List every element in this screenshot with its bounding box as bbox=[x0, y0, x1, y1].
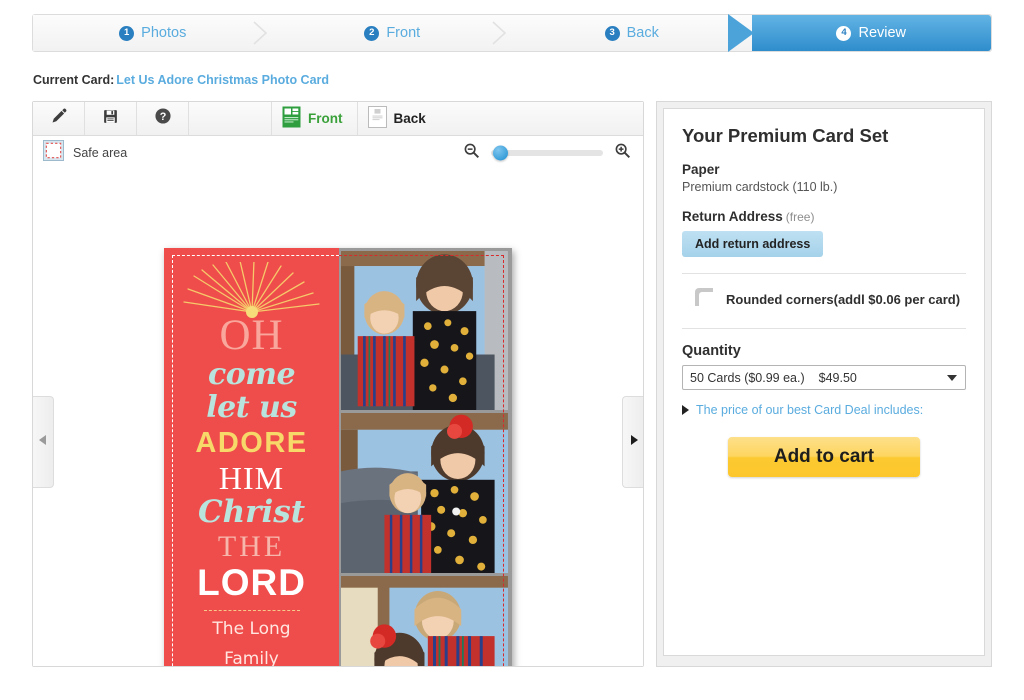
wizard-step-front[interactable]: 2 Front bbox=[272, 15, 513, 51]
front-card-icon bbox=[282, 106, 301, 131]
family-name-line-1: The Long bbox=[212, 619, 291, 639]
question-mark-icon: ? bbox=[154, 107, 172, 130]
card-photo-1[interactable] bbox=[341, 251, 508, 411]
zoom-control bbox=[463, 142, 631, 164]
chevron-down-icon bbox=[947, 374, 957, 381]
save-button[interactable] bbox=[85, 102, 137, 135]
paper-value: Premium cardstock (110 lb.) bbox=[682, 180, 838, 194]
triangle-left-icon bbox=[38, 433, 48, 451]
card-photo-2[interactable] bbox=[341, 413, 508, 573]
return-address-free-tag: (free) bbox=[785, 210, 815, 224]
card-preview[interactable]: OH come let us ADORE HIM Christ THE LORD… bbox=[164, 248, 512, 666]
add-to-cart-row: Add to cart bbox=[682, 437, 966, 477]
current-card-value[interactable]: Let Us Adore Christmas Photo Card bbox=[116, 73, 329, 87]
zoom-slider[interactable] bbox=[491, 145, 603, 161]
verse-line-oh: OH bbox=[219, 312, 284, 359]
add-to-cart-button[interactable]: Add to cart bbox=[728, 437, 920, 477]
back-face-button[interactable]: Back bbox=[356, 102, 440, 135]
triangle-right-icon bbox=[629, 433, 639, 451]
triangle-right-icon bbox=[682, 405, 689, 415]
add-return-address-button[interactable]: Add return address bbox=[682, 231, 824, 257]
card-photo-panel bbox=[339, 248, 512, 666]
safe-area-label: Safe area bbox=[73, 146, 128, 160]
verse-text: OH come let us ADORE HIM Christ THE LORD… bbox=[195, 314, 308, 666]
help-button[interactable]: ? bbox=[137, 102, 189, 135]
step-number: 4 bbox=[836, 25, 852, 41]
quantity-selected-price: $49.50 bbox=[818, 370, 857, 385]
current-card-label: Current Card: bbox=[33, 73, 115, 87]
floppy-disk-icon bbox=[102, 108, 119, 130]
zoom-slider-thumb[interactable] bbox=[493, 145, 508, 161]
quantity-heading: Quantity bbox=[682, 343, 741, 359]
verse-line-christ: Christ bbox=[197, 494, 306, 530]
family-name-line-2: Family bbox=[224, 648, 279, 666]
verse-line-the: THE bbox=[217, 530, 286, 563]
zoom-in-icon[interactable] bbox=[614, 142, 631, 164]
back-card-icon bbox=[367, 106, 387, 131]
summary-divider-1 bbox=[682, 273, 966, 274]
return-address-label: Return Address bbox=[682, 209, 783, 224]
summary-title: Your Premium Card Set bbox=[682, 125, 889, 146]
editor-toolbar: ? Front Back bbox=[33, 102, 643, 136]
card-front: OH come let us ADORE HIM Christ THE LORD… bbox=[164, 248, 512, 666]
verse-line-come: come bbox=[207, 357, 296, 392]
step-separator-icon bbox=[248, 15, 274, 51]
front-face-label: Front bbox=[308, 111, 343, 126]
step-wizard: 1 Photos 2 Front 3 Back 4 Review bbox=[32, 14, 992, 52]
card-deal-disclosure[interactable]: The price of our best Card Deal includes… bbox=[682, 403, 966, 417]
editor-panel: ? Front Back Safe area OH come let us AD… bbox=[32, 101, 644, 667]
verse-line-let-us: let us bbox=[206, 390, 297, 425]
verse-line-him: HIM bbox=[218, 460, 285, 496]
safe-area-icon[interactable] bbox=[43, 140, 64, 166]
wizard-step-back[interactable]: 3 Back bbox=[512, 15, 752, 51]
rounded-corners-row[interactable]: Rounded corners(addl $0.06 per card) bbox=[682, 287, 966, 312]
step-label: Front bbox=[386, 25, 421, 41]
active-step-arrow bbox=[727, 14, 754, 52]
wizard-step-photos[interactable]: 1 Photos bbox=[33, 15, 273, 51]
step-number: 2 bbox=[364, 25, 380, 41]
current-card-line: Current Card: Let Us Adore Christmas Phot… bbox=[33, 73, 329, 87]
step-label: Back bbox=[626, 25, 659, 41]
summary-divider-2 bbox=[682, 328, 966, 329]
paper-heading: Paper bbox=[682, 162, 720, 177]
previous-card-button[interactable] bbox=[33, 396, 54, 488]
step-label: Review bbox=[858, 25, 907, 41]
summary-panel-outer: Your Premium Card Set Paper Premium card… bbox=[656, 101, 992, 667]
verse-line-adore: ADORE bbox=[195, 427, 308, 459]
sunburst-icon bbox=[182, 262, 322, 320]
step-separator-icon bbox=[487, 15, 513, 51]
front-face-button[interactable]: Front bbox=[271, 102, 357, 135]
card-photo-3[interactable] bbox=[341, 575, 508, 666]
canvas-options-row: Safe area bbox=[33, 136, 643, 170]
back-face-label: Back bbox=[393, 111, 426, 126]
wizard-step-review[interactable]: 4 Review bbox=[727, 14, 991, 52]
pencil-icon bbox=[50, 108, 67, 130]
zoom-out-icon[interactable] bbox=[463, 142, 480, 164]
quantity-selected-value: 50 Cards ($0.99 ea.) bbox=[690, 370, 805, 385]
next-card-button[interactable] bbox=[622, 396, 643, 488]
summary-panel: Your Premium Card Set Paper Premium card… bbox=[663, 108, 985, 656]
card-verse-panel: OH come let us ADORE HIM Christ THE LORD… bbox=[164, 248, 340, 666]
quantity-select[interactable]: 50 Cards ($0.99 ea.) $49.50 bbox=[682, 365, 966, 390]
rounded-corner-icon bbox=[694, 287, 714, 312]
step-number: 3 bbox=[604, 25, 620, 41]
card-canvas: OH come let us ADORE HIM Christ THE LORD… bbox=[33, 170, 643, 666]
card-deal-label: The price of our best Card Deal includes… bbox=[696, 403, 924, 417]
step-label: Photos bbox=[141, 25, 187, 41]
svg-text:?: ? bbox=[159, 111, 166, 123]
edit-button[interactable] bbox=[33, 102, 85, 135]
step-number: 1 bbox=[119, 25, 135, 41]
rounded-corners-label: Rounded corners(addl $0.06 per card) bbox=[726, 292, 961, 307]
verse-line-lord: LORD bbox=[197, 562, 306, 603]
verse-divider bbox=[203, 610, 300, 611]
return-address-heading: Return Address (free) bbox=[682, 209, 966, 224]
